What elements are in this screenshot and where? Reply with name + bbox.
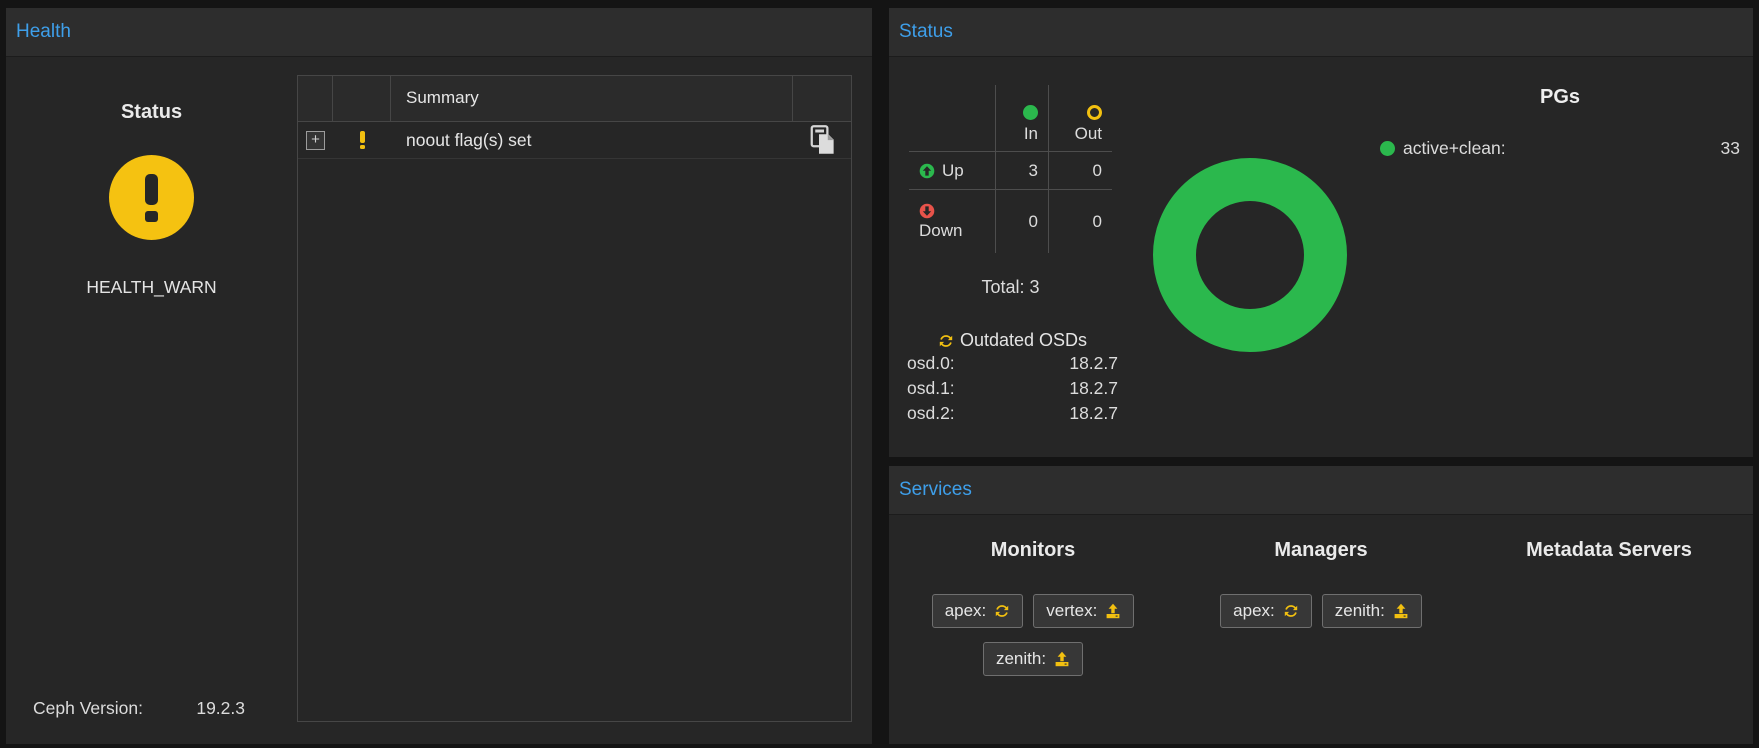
- health-grid-row[interactable]: + noout flag(s) set: [298, 122, 851, 159]
- monitors-column: Monitors apex: vertex: zenith:: [889, 539, 1177, 676]
- manager-zenith-button[interactable]: zenith:: [1322, 594, 1422, 628]
- monitor-apex-button[interactable]: apex:: [932, 594, 1024, 628]
- outdated-osds-section: Outdated OSDs osd.0: 18.2.7 osd.1: 18.2.…: [905, 330, 1120, 426]
- warning-exclamation-icon: [360, 131, 365, 150]
- health-status-value: HEALTH_WARN: [6, 277, 297, 298]
- health-panel-title: Health: [16, 21, 71, 43]
- pgs-title: PGs: [1380, 86, 1740, 109]
- health-status-column: Status HEALTH_WARN Ceph Version: 19.2.3: [6, 57, 297, 744]
- upload-icon: [1393, 603, 1409, 619]
- arrow-circle-up-icon: [919, 163, 935, 179]
- status-panel: Status In Out Up 3 0 Down 0 0 Total: 3 O…: [889, 8, 1753, 457]
- health-panel: Health Status HEALTH_WARN Ceph Version: …: [6, 8, 872, 744]
- metadata-servers-heading: Metadata Servers: [1526, 539, 1692, 562]
- manager-apex-button[interactable]: apex:: [1220, 594, 1312, 628]
- ceph-version-value: 19.2.3: [196, 698, 245, 719]
- osd-out-header: Out: [1048, 85, 1112, 151]
- osd-status-table: In Out Up 3 0 Down 0 0: [909, 85, 1112, 253]
- osd-in-header: In: [995, 85, 1048, 151]
- in-dot-icon: [1023, 105, 1038, 120]
- monitor-vertex-button[interactable]: vertex:: [1033, 594, 1134, 628]
- refresh-icon: [1283, 603, 1299, 619]
- outdated-osd-row: osd.2: 18.2.7: [905, 401, 1120, 426]
- active-clean-dot-icon: [1380, 141, 1395, 156]
- monitor-zenith-button[interactable]: zenith:: [983, 642, 1083, 676]
- pgs-legend-label: active+clean:: [1403, 138, 1721, 159]
- summary-column-header: Summary: [391, 76, 793, 121]
- osd-table-corner-cell: [909, 85, 995, 151]
- health-grid-header: Summary: [298, 76, 851, 122]
- health-status-heading: Status: [6, 101, 297, 124]
- upload-icon: [1054, 651, 1070, 667]
- arrow-circle-down-icon: [919, 203, 935, 219]
- services-panel-title: Services: [899, 479, 972, 501]
- copy-icon[interactable]: [810, 125, 836, 155]
- osd-up-out-value: 0: [1048, 151, 1112, 189]
- refresh-icon: [938, 333, 954, 349]
- upload-icon: [1105, 603, 1121, 619]
- status-panel-title: Status: [899, 21, 953, 43]
- pgs-legend-row: active+clean: 33: [1380, 138, 1740, 159]
- expander-column-header: [298, 76, 333, 121]
- out-ring-icon: [1087, 105, 1102, 120]
- outdated-osd-row: osd.1: 18.2.7: [905, 376, 1120, 401]
- services-panel: Services Monitors apex: vertex: zenith:: [889, 466, 1753, 744]
- pgs-donut-chart: [1153, 158, 1347, 352]
- health-summary-text: noout flag(s) set: [391, 130, 793, 151]
- health-warning-icon: [109, 155, 194, 240]
- osd-down-out-value: 0: [1048, 189, 1112, 253]
- services-panel-header: Services: [889, 466, 1753, 515]
- monitors-heading: Monitors: [991, 539, 1075, 562]
- health-panel-header: Health: [6, 8, 872, 57]
- ceph-version-label: Ceph Version:: [33, 698, 143, 719]
- severity-column-header: [333, 76, 391, 121]
- refresh-icon: [994, 603, 1010, 619]
- services-columns: Monitors apex: vertex: zenith: Manager: [889, 515, 1753, 676]
- ceph-version-row: Ceph Version: 19.2.3: [33, 698, 245, 719]
- managers-column: Managers apex: zenith:: [1177, 539, 1465, 676]
- actions-column-header: [793, 76, 853, 121]
- osd-up-row-label: Up: [909, 151, 995, 189]
- health-summary-grid: Summary + noout flag(s) set: [297, 75, 852, 722]
- managers-heading: Managers: [1274, 539, 1367, 562]
- pgs-legend-value: 33: [1721, 138, 1740, 159]
- osd-down-in-value: 0: [995, 189, 1048, 253]
- status-panel-header: Status: [889, 8, 1753, 57]
- outdated-osds-title: Outdated OSDs: [905, 330, 1120, 351]
- osd-up-in-value: 3: [995, 151, 1048, 189]
- row-expander-icon[interactable]: +: [306, 131, 325, 150]
- metadata-servers-column: Metadata Servers: [1465, 539, 1753, 676]
- osd-down-row-label: Down: [909, 189, 995, 253]
- outdated-osd-row: osd.0: 18.2.7: [905, 351, 1120, 376]
- osd-total: Total: 3: [909, 277, 1112, 298]
